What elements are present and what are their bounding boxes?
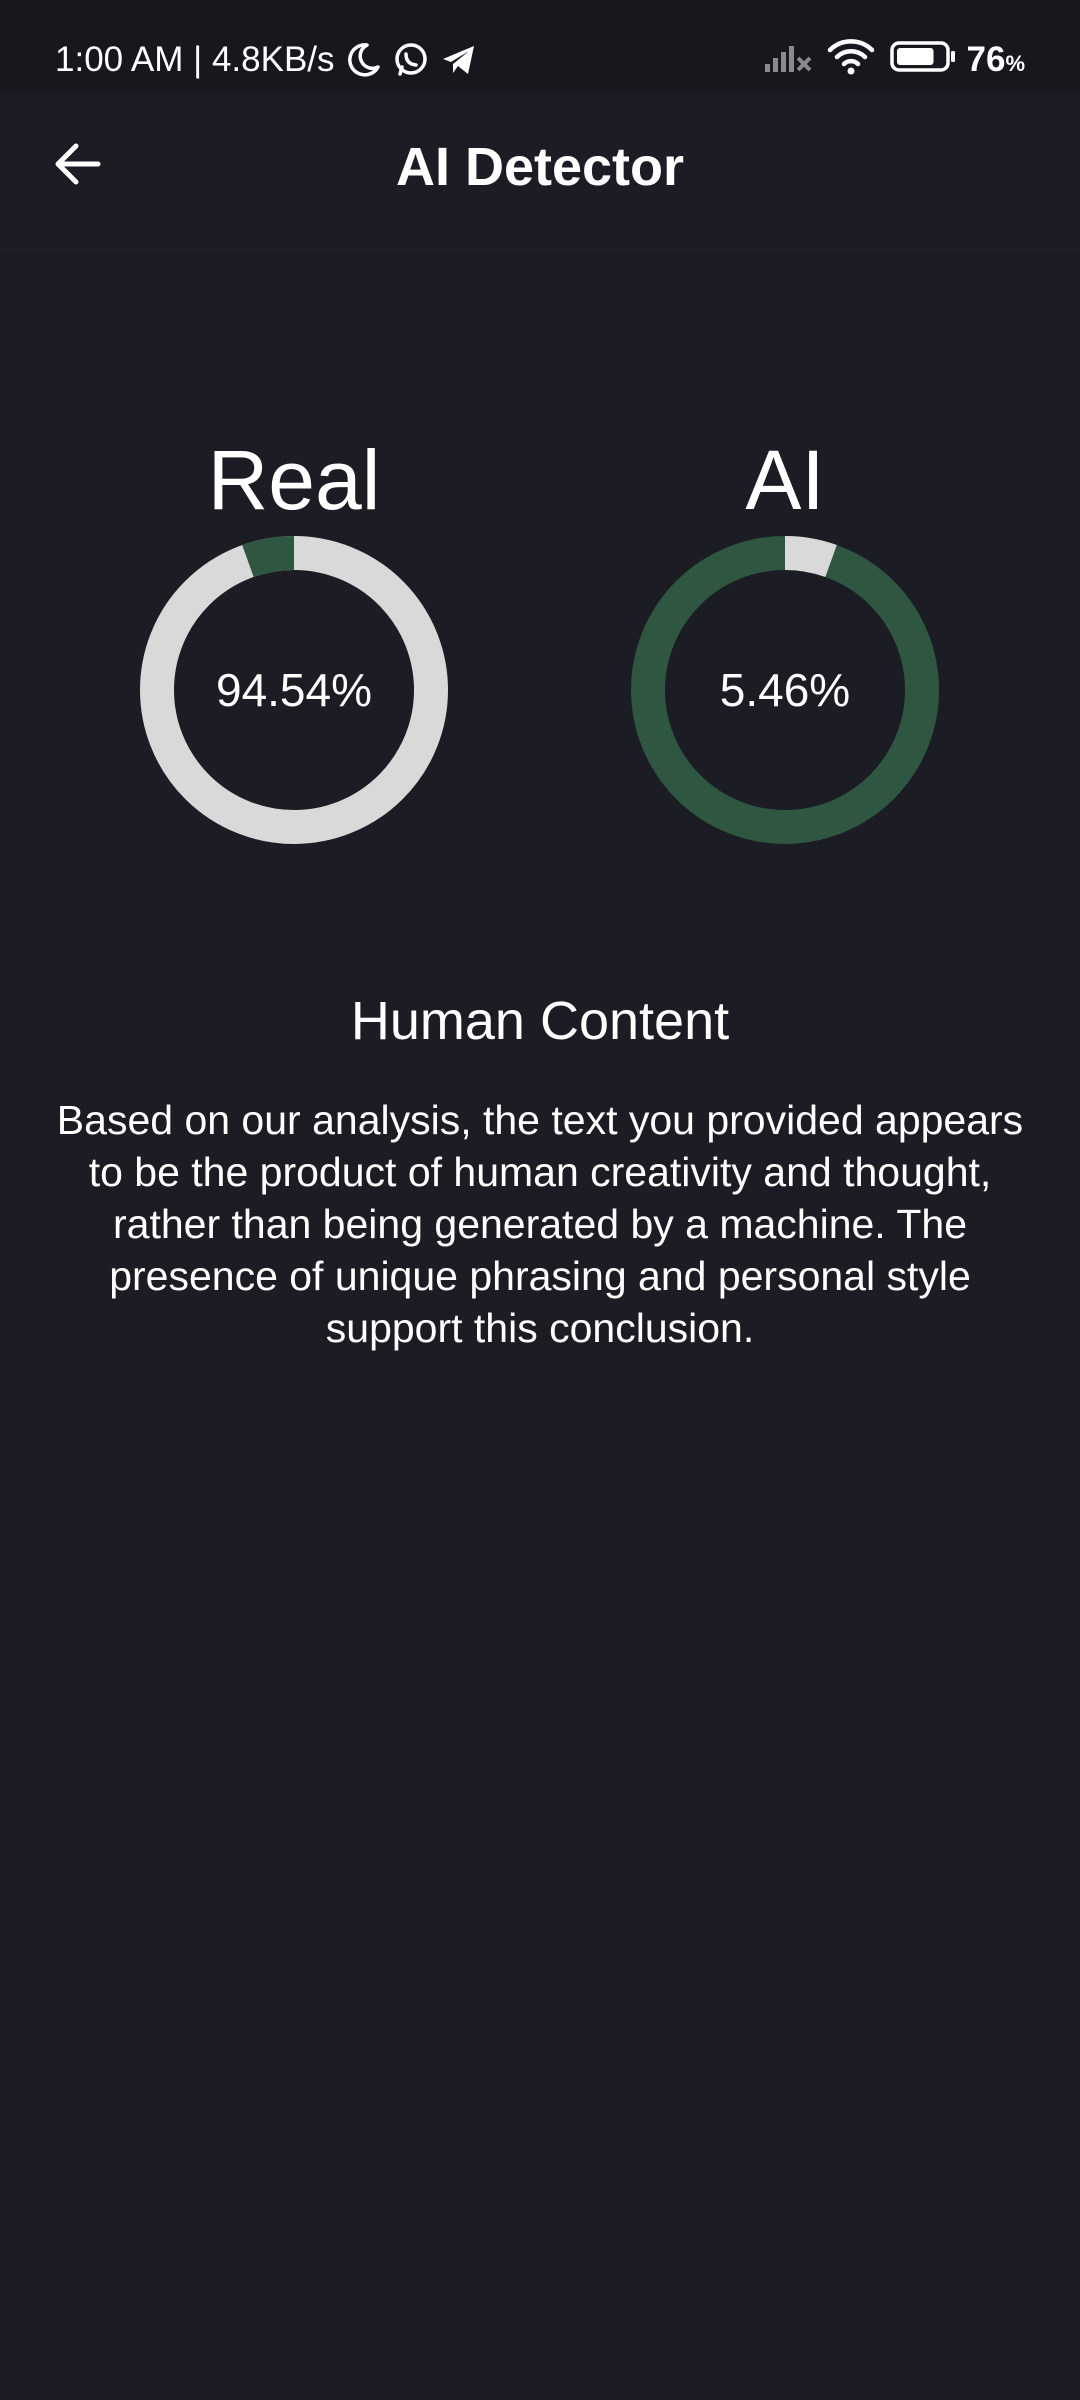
real-gauge: Real 94.54% — [134, 430, 454, 850]
signal-icon — [763, 36, 813, 85]
whatsapp-icon — [391, 40, 431, 80]
status-right: 76% — [749, 36, 1026, 85]
page-title: AI Detector — [395, 137, 685, 197]
status-bar: 1:00 AM | 4.8KB/s 76% — [0, 0, 1080, 92]
battery-percent: 76% — [966, 40, 1026, 79]
app-bar: AI Detector — [0, 92, 1080, 250]
battery-icon — [889, 36, 957, 85]
moon-icon — [343, 40, 383, 80]
telegram-icon — [439, 40, 479, 80]
ai-percent-value: 5.46% — [719, 664, 851, 716]
real-ring: 94.54% — [134, 530, 454, 850]
ai-gauge: AI 5.46% — [625, 430, 945, 850]
status-time-speed: 1:00 AM | 4.8KB/s — [55, 40, 335, 79]
real-percent-value: 94.54% — [215, 664, 372, 716]
status-left: 1:00 AM | 4.8KB/s — [55, 36, 479, 84]
result-heading: Human Content — [350, 991, 730, 1051]
result-description: Based on our analysis, the text you prov… — [56, 1097, 1024, 1351]
real-gauge-label: Real — [207, 433, 381, 527]
wifi-icon — [827, 36, 875, 85]
ai-gauge-label: AI — [745, 433, 825, 527]
ai-ring: 5.46% — [625, 530, 945, 850]
